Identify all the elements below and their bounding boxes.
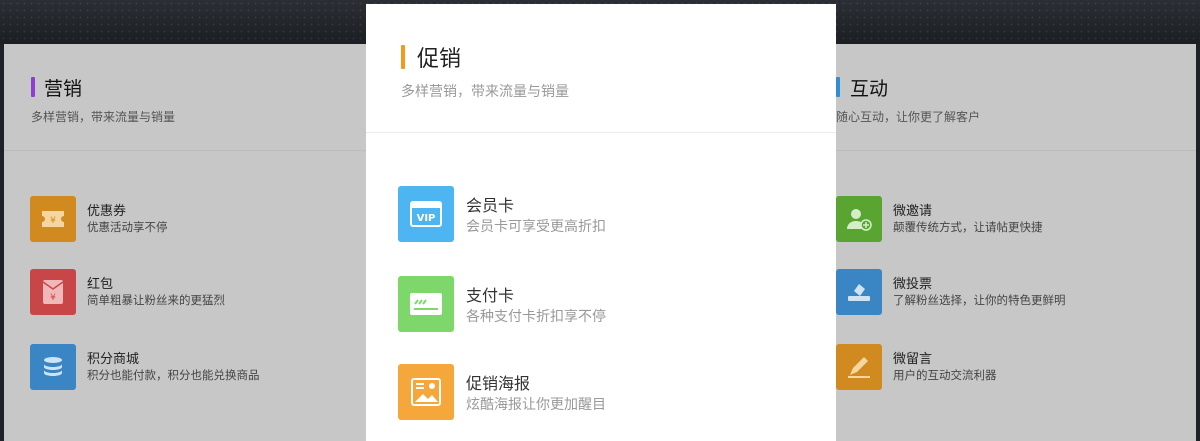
edit-icon: [836, 344, 882, 390]
modal-title: 促销: [417, 47, 462, 72]
item-title: 积分商城: [87, 352, 140, 367]
marketing-panel: 营销 多样营销，带来流量与销量 ¥ 优惠券 优惠活动享不停 ¥ 红包 简单粗暴让…: [4, 44, 366, 441]
item-description: 各种支付卡折扣享不停: [466, 309, 606, 325]
interaction-panel-header: 互动 随心互动，让你更了解客户: [836, 44, 1196, 151]
coins-icon: [30, 344, 76, 390]
accent-bar: [31, 77, 35, 97]
item-description: 了解粉丝选择，让你的特色更鲜明: [893, 293, 1066, 307]
add-user-icon: [836, 196, 882, 242]
interaction-panel: 互动 随心互动，让你更了解客户 微邀请 颠覆传统方式，让请帖更快捷 微投票 了解…: [836, 44, 1196, 441]
item-title: 会员卡: [466, 196, 515, 215]
item-title: 优惠券: [87, 204, 127, 219]
promotion-modal: 促销 多样营销，带来流量与销量 VIP 会员卡 会员卡可享受更高折扣 支付卡 各…: [366, 4, 836, 441]
ticket-icon: ¥: [30, 196, 76, 242]
item-description: 颠覆传统方式，让请帖更快捷: [893, 220, 1043, 234]
item-description: 积分也能付款，积分也能兑换商品: [87, 368, 260, 382]
item-description: 用户的互动交流利器: [893, 368, 997, 382]
item-description: 优惠活动享不停: [87, 220, 168, 234]
svg-text:¥: ¥: [50, 216, 56, 226]
promotion-header: 促销 多样营销，带来流量与销量: [366, 4, 836, 133]
item-title: 微留言: [893, 352, 933, 367]
item-description: 炫酷海报让你更加醒目: [466, 397, 606, 413]
panel-title: 营销: [44, 78, 83, 100]
item-description: 简单粗暴让粉丝来的更猛烈: [87, 293, 225, 307]
item-title: 微邀请: [893, 204, 933, 219]
svg-text:VIP: VIP: [417, 213, 436, 224]
panel-subtitle: 随心互动，让你更了解客户: [836, 110, 981, 124]
vote-icon: [836, 269, 882, 315]
marketing-panel-header: 营销 多样营销，带来流量与销量: [4, 44, 366, 151]
item-description: 会员卡可享受更高折扣: [466, 219, 606, 235]
payment-card-icon: [398, 276, 454, 332]
vip-card-icon: VIP: [398, 186, 454, 242]
item-title: 促销海报: [466, 374, 531, 393]
svg-text:¥: ¥: [50, 293, 56, 303]
panel-subtitle: 多样营销，带来流量与销量: [31, 110, 176, 124]
accent-bar: [836, 77, 840, 97]
red-envelope-icon: ¥: [30, 269, 76, 315]
panel-title: 互动: [850, 78, 889, 100]
modal-subtitle: 多样营销，带来流量与销量: [401, 84, 569, 100]
item-title: 支付卡: [466, 286, 515, 305]
accent-bar: [401, 45, 405, 69]
item-title: 微投票: [893, 277, 933, 292]
poster-icon: [398, 364, 454, 420]
item-title: 红包: [87, 277, 114, 292]
